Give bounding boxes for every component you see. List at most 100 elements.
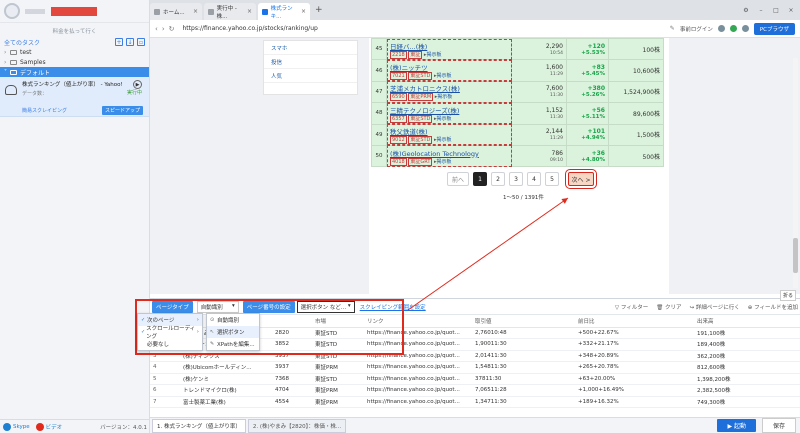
change-percent: +4.80% xyxy=(581,156,605,163)
stock-name-link[interactable]: 日経バ...(株) xyxy=(390,41,511,51)
price-cell: 7,600 11:30 xyxy=(511,80,567,104)
clear-button[interactable]: 🗑 クリア xyxy=(656,303,681,311)
close-icon[interactable]: × xyxy=(247,8,252,15)
price: 2,144 xyxy=(545,128,563,136)
board-link[interactable]: 掲示板 xyxy=(437,137,452,143)
add-field-button[interactable]: ⊕ フィールドを追加 xyxy=(748,303,798,311)
save-button[interactable]: 保存 xyxy=(761,418,796,433)
sidebar-item-smartphone[interactable]: スマホ xyxy=(264,41,357,55)
scrape-range-link[interactable]: スクレイピング範囲を設定 xyxy=(360,303,426,311)
menu-item-auto-detect[interactable]: ⊙ 自動識別 xyxy=(207,314,259,326)
page-2-button[interactable]: 2 xyxy=(491,172,505,186)
stock-name-link[interactable]: (株)ニッチツ xyxy=(390,62,511,72)
page-scrollbar[interactable] xyxy=(793,58,798,288)
avatar[interactable] xyxy=(4,3,20,19)
next-page-button[interactable]: 次へ > xyxy=(565,169,597,189)
column-header[interactable]: 取引値 xyxy=(472,315,528,328)
detail-page-button[interactable]: ↪ 詳細ページに行く xyxy=(690,303,740,311)
table-cell: 2,76010:48 xyxy=(472,327,528,339)
reload-icon[interactable]: ↻ xyxy=(169,25,175,33)
filter-button[interactable]: ▽ フィルター xyxy=(615,303,648,311)
group-default[interactable]: ˅ デフォルト xyxy=(0,67,149,77)
change-percent: +4.94% xyxy=(581,135,605,142)
table-cell: 6 xyxy=(150,384,180,397)
group-samples[interactable]: › Samples xyxy=(0,57,149,67)
board-link[interactable]: 掲示板 xyxy=(426,52,441,58)
folder-add-icon[interactable]: ▫ xyxy=(137,38,145,46)
table-cell: 7368 xyxy=(272,373,312,385)
tab-ranking[interactable]: 株式ランキ... × xyxy=(258,3,310,20)
menu-item-edit-xpath[interactable]: ✎ XPathを編集... xyxy=(207,338,259,350)
task-card[interactable]: 株式ランキング（値上がり率） - Yahoo!フ... データ数： ▶ 実行中 … xyxy=(0,77,149,117)
new-task-icon[interactable]: + xyxy=(115,38,123,46)
menu-item-select-button[interactable]: ↖ 選択ボタン xyxy=(207,326,259,338)
tab-running[interactable]: 実行中 - 株... × xyxy=(204,3,256,20)
sidebar-item-popular[interactable]: 人気 xyxy=(264,69,357,83)
board-link[interactable]: 掲示板 xyxy=(437,116,452,122)
extension-icon[interactable] xyxy=(741,25,749,32)
page-turn-select[interactable]: 選択ボタン など... ▾ xyxy=(296,300,355,313)
board-link[interactable]: 掲示板 xyxy=(437,73,452,79)
back-icon[interactable]: ‹ xyxy=(155,25,158,33)
stock-name-link[interactable]: 秩父鉄道(株) xyxy=(390,126,511,136)
board-link[interactable]: 掲示板 xyxy=(436,159,451,165)
page-turn-button[interactable]: ページ番号の設定 xyxy=(242,300,295,313)
url-input[interactable]: https://finance.yahoo.co.jp/stocks/ranki… xyxy=(183,25,318,32)
extension-icon[interactable] xyxy=(717,25,725,32)
stock-name-link[interactable]: 三精テクノロジーズ(株) xyxy=(390,105,511,115)
prev-page-button[interactable]: 前へ xyxy=(447,172,469,186)
ranking-row: 48 三精テクノロジーズ(株) 6357 東証STD ▸掲示板 1,152 11:30 +… xyxy=(371,102,664,125)
pc-browser-select[interactable]: PCブラウザ xyxy=(753,22,795,35)
column-header[interactable]: リンク xyxy=(364,315,472,328)
volume-cell: 89,600株 xyxy=(608,102,664,125)
column-header[interactable]: 出来高 xyxy=(694,315,800,328)
status-icon[interactable] xyxy=(729,25,737,32)
all-tasks-label[interactable]: 全てのタスク xyxy=(4,38,112,47)
column-header[interactable] xyxy=(272,315,312,328)
menu-item-scroll-loading[interactable]: ✓ スクロールローディング › xyxy=(138,326,202,340)
page-3-button[interactable]: 3 xyxy=(509,172,523,186)
tab-home[interactable]: ホーム... × xyxy=(150,3,202,20)
sidebar-item-funds[interactable]: 投信 xyxy=(264,55,357,69)
table-cell: 3937 xyxy=(272,350,312,362)
close-icon[interactable]: × xyxy=(193,8,198,15)
edit-icon[interactable]: ✎ xyxy=(670,25,675,32)
group-test[interactable]: › test xyxy=(0,47,149,57)
task-tab-2[interactable]: 2. (株)やまみ【2820】：株価・株... xyxy=(247,418,347,433)
pre-login-button[interactable]: 事前ログイン xyxy=(680,25,713,33)
tab-label: 実行中 - 株... xyxy=(216,5,237,20)
stock-name-link[interactable]: (株)Geolocation Technology xyxy=(390,148,511,158)
speed-up-button[interactable]: スピードアップ xyxy=(101,106,143,115)
new-tab-icon[interactable]: + xyxy=(315,5,323,15)
column-header[interactable] xyxy=(528,315,575,328)
start-button[interactable]: ▶ 起動 xyxy=(717,419,756,432)
gear-icon[interactable]: ⚙ xyxy=(742,6,750,14)
maximize-icon[interactable]: □ xyxy=(772,6,780,14)
page-1-button[interactable]: 1 xyxy=(473,172,487,186)
page-4-button[interactable]: 4 xyxy=(527,172,541,186)
column-header[interactable]: 前日比 xyxy=(575,315,694,328)
import-icon[interactable]: ↓ xyxy=(126,38,134,46)
upgrade-link[interactable]: 料金を払って行く xyxy=(0,27,149,35)
page-5-button[interactable]: 5 xyxy=(545,172,559,186)
close-icon[interactable]: × xyxy=(301,8,306,15)
collapse-button[interactable]: 折る xyxy=(779,290,796,301)
board-link[interactable]: 掲示板 xyxy=(437,94,452,100)
page-type-select[interactable]: 自動識別 ▾ xyxy=(196,300,239,313)
minimize-icon[interactable]: – xyxy=(757,6,765,14)
forward-icon[interactable]: › xyxy=(162,25,165,33)
scroll-thumb[interactable] xyxy=(793,238,798,273)
volume-cell: 10,600株 xyxy=(608,59,664,82)
price-time: 09:10 xyxy=(550,157,563,163)
page-icon xyxy=(262,8,268,15)
stock-name-link[interactable]: 芝浦メカトロニクス(株) xyxy=(390,83,511,93)
column-header[interactable]: 市場 xyxy=(312,315,364,328)
page-type-button[interactable]: ページタイプ xyxy=(152,300,193,313)
skype-link[interactable]: Skype xyxy=(13,424,30,430)
play-icon[interactable]: ▶ xyxy=(133,80,142,89)
price-cell: 1,152 11:30 xyxy=(511,102,567,125)
task-tab-1[interactable]: 1. 株式ランキング（値上がり率） xyxy=(152,418,246,433)
video-link[interactable]: ビデオ xyxy=(46,423,63,431)
close-window-icon[interactable]: × xyxy=(787,6,795,14)
table-cell: 7,06511:28 xyxy=(472,384,528,397)
